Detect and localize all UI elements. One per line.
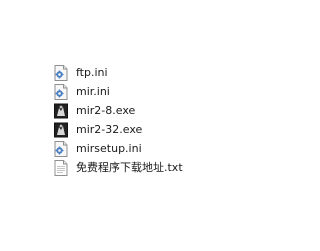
file-item-download-txt[interactable]: 免费程序下载地址.txt (54, 158, 244, 177)
file-name: 免费程序下载地址.txt (76, 160, 183, 174)
file-item-ftp-ini[interactable]: ftp.ini (54, 63, 244, 82)
file-list: ftp.ini mir.ini mir2-8.exe mir2-32.exe m… (54, 63, 244, 177)
file-name: mirsetup.ini (76, 141, 142, 155)
application-icon (54, 122, 68, 138)
text-file-icon (54, 159, 68, 176)
file-name: mir2-32.exe (76, 122, 143, 136)
file-name: ftp.ini (76, 65, 108, 79)
file-item-mir2-8-exe[interactable]: mir2-8.exe (54, 101, 244, 120)
settings-file-icon (54, 83, 68, 100)
file-name: mir2-8.exe (76, 103, 136, 117)
application-icon (54, 103, 68, 119)
file-item-mir-ini[interactable]: mir.ini (54, 82, 244, 101)
file-name: mir.ini (76, 84, 110, 98)
settings-file-icon (54, 64, 68, 81)
file-item-mir2-32-exe[interactable]: mir2-32.exe (54, 120, 244, 139)
settings-file-icon (54, 140, 68, 157)
file-item-mirsetup-ini[interactable]: mirsetup.ini (54, 139, 244, 158)
